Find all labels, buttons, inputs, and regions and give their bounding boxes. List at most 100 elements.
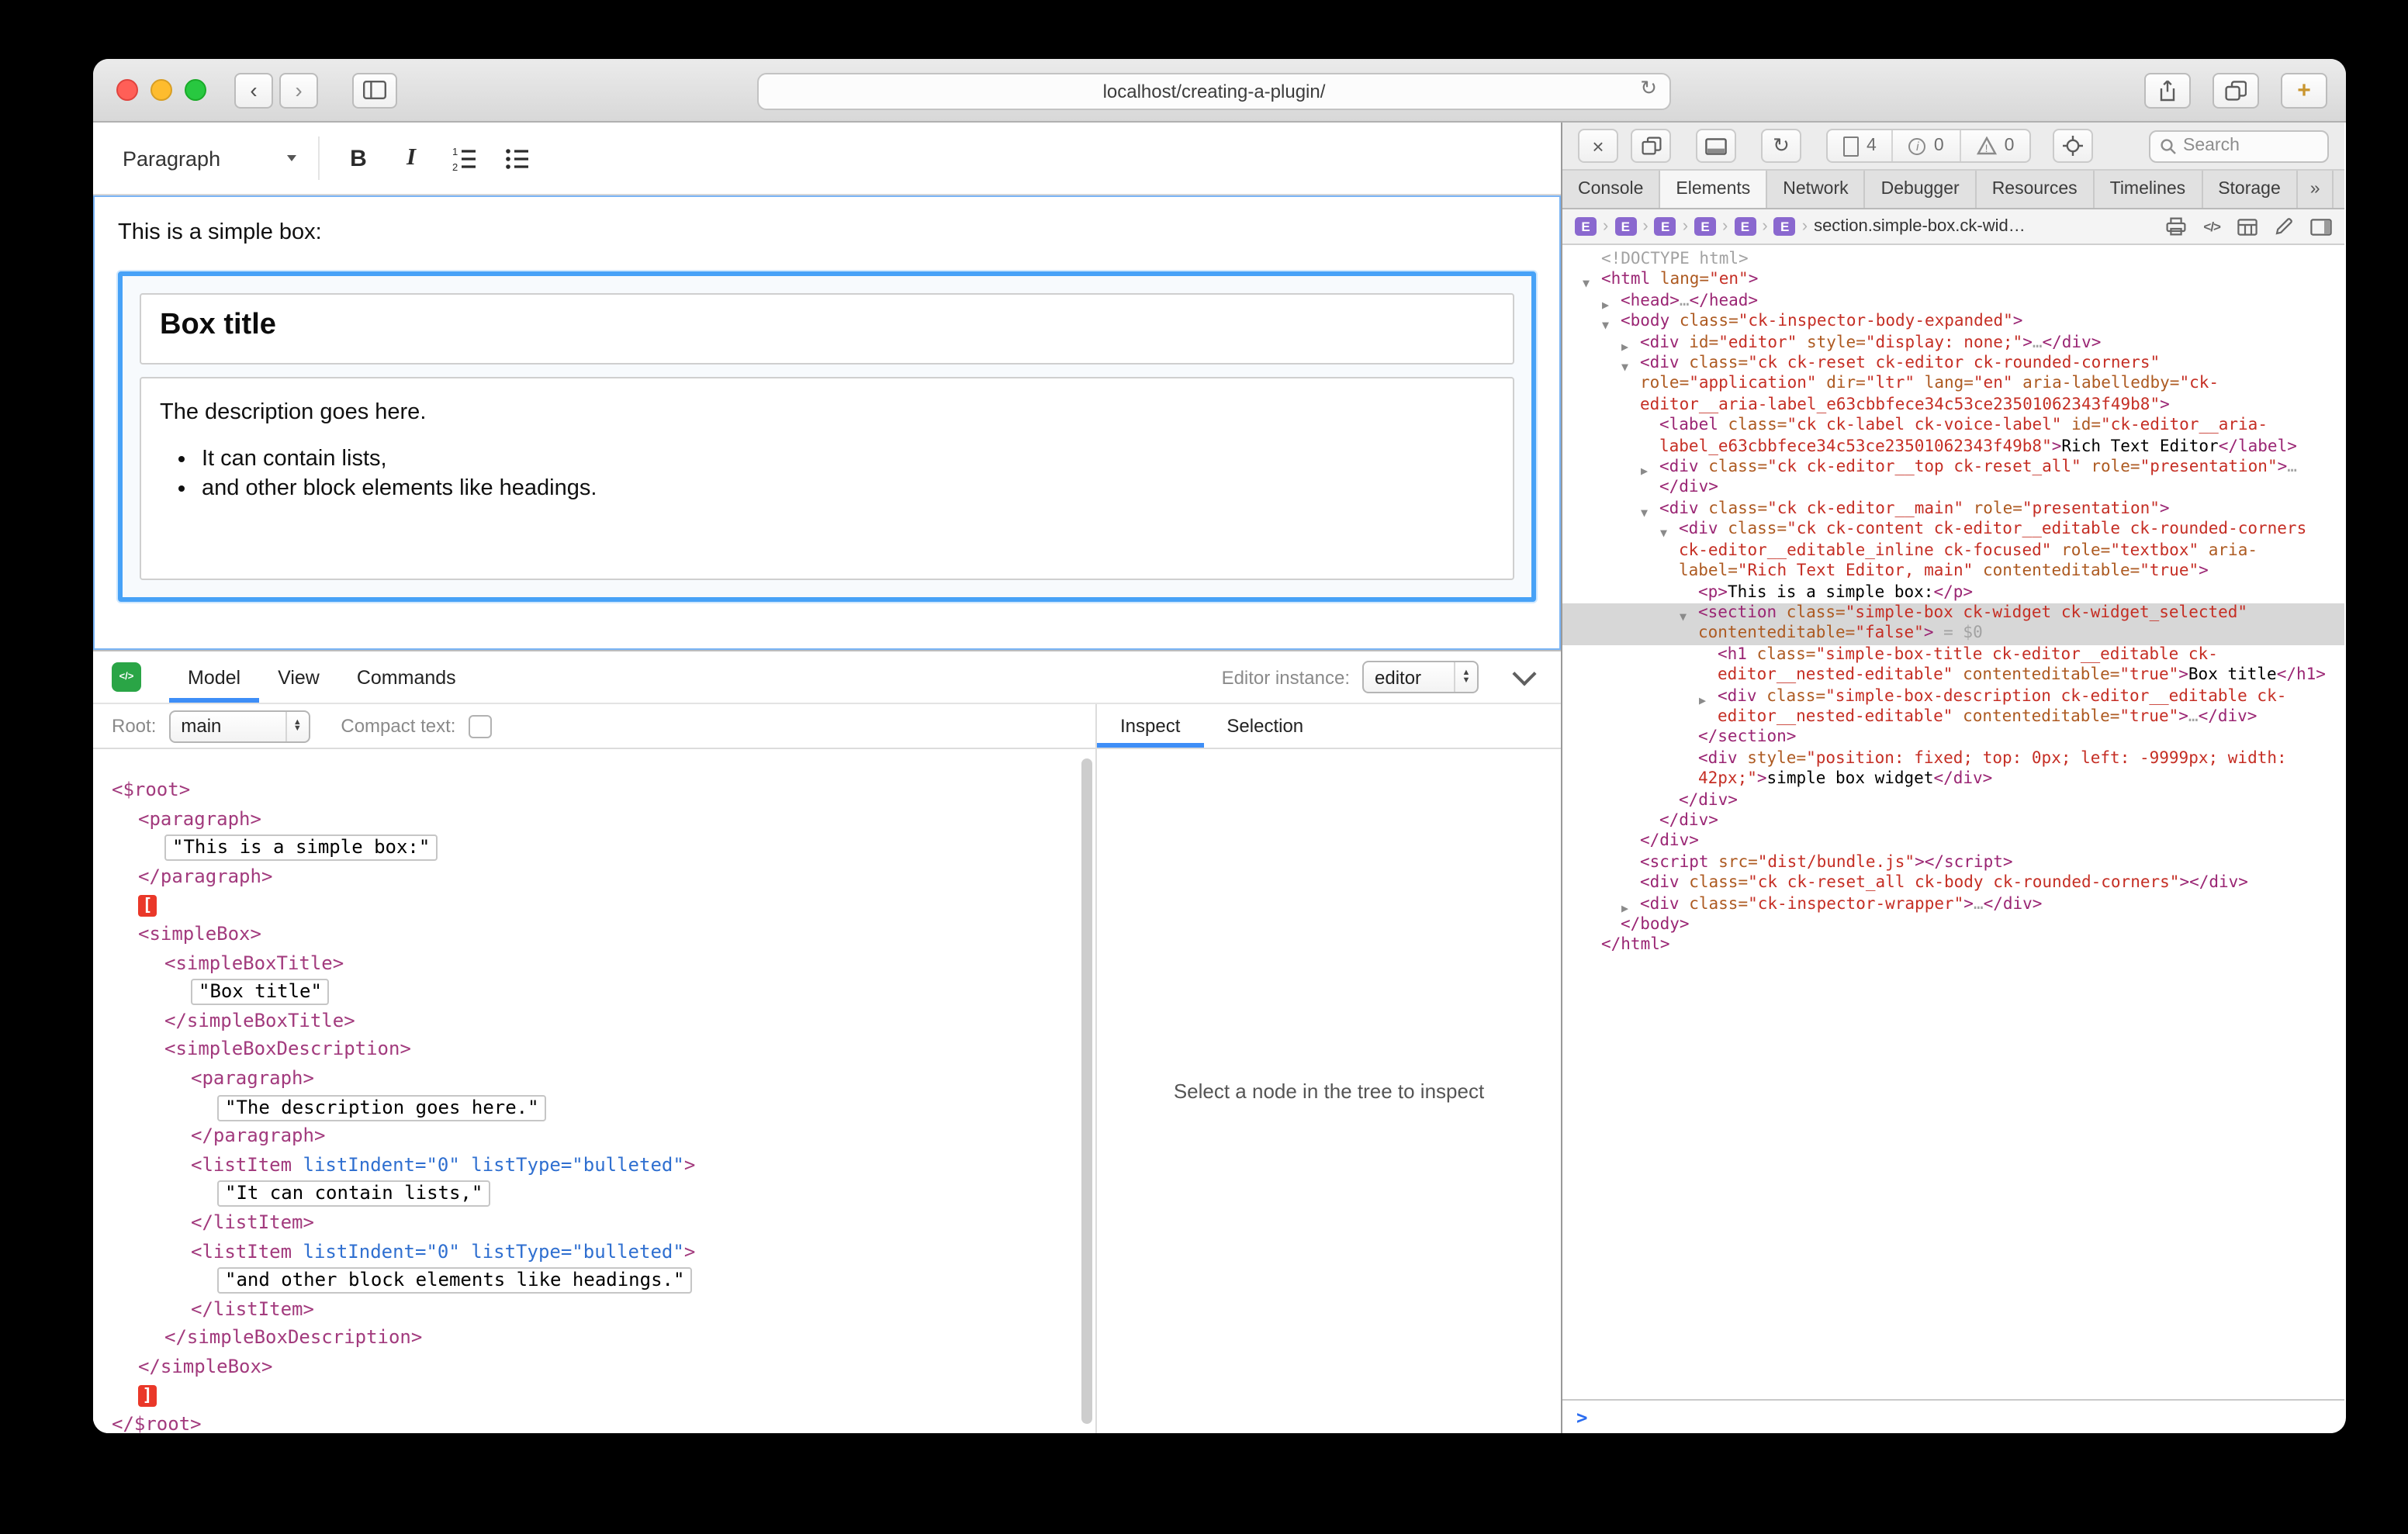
model-element-node[interactable]: </listItem> xyxy=(93,1294,1095,1323)
inspector-tab-view[interactable]: View xyxy=(259,651,338,703)
intro-paragraph[interactable]: This is a simple box: xyxy=(118,220,1536,245)
disclosure-open-icon[interactable]: ▼ xyxy=(1621,357,1628,378)
dom-node[interactable]: ▼<body class="ck-inspector-body-expanded… xyxy=(1562,312,2344,333)
model-element-node[interactable]: <simpleBoxTitle> xyxy=(93,948,1095,977)
breadcrumb-element-chip[interactable]: E xyxy=(1614,217,1636,236)
dom-node[interactable]: <div style="position: fixed; top: 0px; l… xyxy=(1562,749,2344,791)
model-element-node[interactable]: <paragraph> xyxy=(93,804,1095,833)
zoom-window-button[interactable] xyxy=(185,79,206,101)
dom-node[interactable]: ▼<div class="ck ck-editor__main" role="p… xyxy=(1562,499,2344,520)
breadcrumb-element-chip[interactable]: E xyxy=(1774,217,1796,236)
dom-node[interactable]: <label class="ck ck-label ck-voice-label… xyxy=(1562,416,2344,458)
warning-count-button[interactable]: ! 0 xyxy=(1960,130,2030,161)
disclosure-open-icon[interactable]: ▼ xyxy=(1660,523,1667,544)
dom-node[interactable]: </html> xyxy=(1562,936,2344,957)
model-element-node[interactable]: <listItem listIndent="0" listType="bulle… xyxy=(93,1150,1095,1179)
resource-count-button[interactable]: 4 xyxy=(1828,130,1892,161)
dom-node[interactable]: ▶<div class="simple-box-description ck-e… xyxy=(1562,686,2344,728)
widget-list-item[interactable]: It can contain lists, xyxy=(202,445,1494,474)
quick-console[interactable]: > xyxy=(1562,1399,2344,1433)
print-icon[interactable] xyxy=(2166,217,2186,236)
share-button[interactable] xyxy=(2144,73,2191,109)
reload-icon[interactable]: ↻ xyxy=(1640,76,1657,101)
model-text-node[interactable]: "This is a simple box:" xyxy=(93,833,1095,862)
model-text-node[interactable]: "The description goes here." xyxy=(93,1093,1095,1121)
dom-node[interactable]: ▼<html lang="en"> xyxy=(1562,271,2344,292)
url-field[interactable]: localhost/creating-a-plugin/ ↻ xyxy=(757,73,1671,110)
inspector-tab-commands[interactable]: Commands xyxy=(338,651,475,703)
layout-grid-icon[interactable] xyxy=(2237,218,2258,235)
dom-node[interactable]: ▼<div class="ck ck-reset ck-editor ck-ro… xyxy=(1562,354,2344,416)
minimize-window-button[interactable] xyxy=(150,79,172,101)
model-element-node[interactable]: </simpleBox> xyxy=(93,1353,1095,1381)
model-element-node[interactable]: <simpleBoxDescription> xyxy=(93,1035,1095,1064)
compact-text-checkbox[interactable] xyxy=(468,714,491,738)
sidebar-toggle-button[interactable] xyxy=(352,72,397,108)
dom-node[interactable]: ▶<div id="editor" style="display: none;"… xyxy=(1562,333,2344,354)
model-element-node[interactable]: <simpleBox> xyxy=(93,920,1095,948)
model-element-node[interactable]: </listItem> xyxy=(93,1208,1095,1237)
scrollbar-thumb[interactable] xyxy=(1081,758,1092,1424)
inspector-side-tab-inspect[interactable]: Inspect xyxy=(1097,704,1203,748)
collapse-inspector-button[interactable] xyxy=(1512,662,1536,686)
editor-instance-select[interactable]: editor ▲ ▼ xyxy=(1362,661,1479,693)
dom-node[interactable]: ▶<head>…</head> xyxy=(1562,292,2344,313)
model-element-node[interactable]: <listItem listIndent="0" listType="bulle… xyxy=(93,1237,1095,1266)
reload-page-button[interactable]: ↻ xyxy=(1761,129,1801,163)
disclosure-closed-icon[interactable]: ▶ xyxy=(1641,461,1648,482)
model-element-node[interactable]: </paragraph> xyxy=(93,862,1095,891)
breadcrumb-element-chip[interactable]: E xyxy=(1694,217,1716,236)
close-devtools-button[interactable]: × xyxy=(1578,129,1618,163)
simple-box-title[interactable]: Box title xyxy=(140,293,1514,364)
devtools-tab-elements[interactable]: Elements xyxy=(1660,171,1767,208)
details-sidebar-toggle-icon[interactable] xyxy=(2310,218,2332,235)
model-selection-marker[interactable]: ] xyxy=(93,1381,1095,1410)
inspector-side-tab-selection[interactable]: Selection xyxy=(1203,704,1327,748)
bulleted-list-button[interactable] xyxy=(490,133,543,183)
numbered-list-button[interactable]: 12 xyxy=(438,133,490,183)
simple-box-widget[interactable]: Box title The description goes here. It … xyxy=(118,271,1536,602)
bold-button[interactable]: B xyxy=(332,133,385,183)
dom-node[interactable]: ▶<div class="ck ck-editor__top ck-reset_… xyxy=(1562,458,2344,499)
devtools-search-field[interactable]: Search xyxy=(2149,130,2329,162)
pencil-icon[interactable] xyxy=(2275,217,2293,236)
dom-node[interactable]: <script src="dist/bundle.js"></script> xyxy=(1562,853,2344,874)
disclosure-open-icon[interactable]: ▼ xyxy=(1680,606,1687,627)
close-window-button[interactable] xyxy=(116,79,138,101)
widget-list-item[interactable]: and other block elements like headings. xyxy=(202,474,1494,503)
devtools-tab-storage[interactable]: Storage xyxy=(2202,171,2298,208)
dom-node[interactable]: </div> xyxy=(1562,811,2344,832)
model-text-node[interactable]: "It can contain lists," xyxy=(93,1180,1095,1208)
add-tab-button[interactable]: + xyxy=(2334,171,2346,208)
devtools-tab-console[interactable]: Console xyxy=(1562,171,1660,208)
dock-side-button[interactable] xyxy=(1696,129,1736,163)
model-text-node[interactable]: "and other block elements like headings.… xyxy=(93,1266,1095,1294)
dom-node[interactable]: </div> xyxy=(1562,832,2344,853)
inspector-tab-model[interactable]: Model xyxy=(169,651,259,703)
element-picker-button[interactable] xyxy=(2053,129,2093,163)
model-element-node[interactable]: <$root> xyxy=(93,776,1095,804)
breadcrumb-current-node[interactable]: section.simple-box.ck-wid… xyxy=(1814,217,2026,236)
simple-box-description[interactable]: The description goes here. It can contai… xyxy=(140,377,1514,580)
model-selection-marker[interactable]: [ xyxy=(93,891,1095,920)
dom-node[interactable]: ▼<div class="ck ck-content ck-editor__ed… xyxy=(1562,520,2344,582)
model-text-node[interactable]: "Box title" xyxy=(93,977,1095,1006)
heading-dropdown[interactable]: Paragraph xyxy=(116,133,306,183)
model-element-node[interactable]: </simpleBoxDescription> xyxy=(93,1324,1095,1353)
italic-button[interactable]: I xyxy=(385,133,438,183)
model-element-node[interactable]: </$root> xyxy=(93,1410,1095,1433)
devtools-tab-debugger[interactable]: Debugger xyxy=(1866,171,1977,208)
back-button[interactable]: ‹ xyxy=(234,72,273,108)
error-count-button[interactable]: i 0 xyxy=(1892,130,1960,161)
model-element-node[interactable]: <paragraph> xyxy=(93,1064,1095,1093)
dom-node[interactable]: <!DOCTYPE html> xyxy=(1562,250,2344,271)
model-element-node[interactable]: </simpleBoxTitle> xyxy=(93,1007,1095,1035)
dom-node[interactable]: </section> xyxy=(1562,728,2344,749)
devtools-tab-timelines[interactable]: Timelines xyxy=(2095,171,2203,208)
root-select[interactable]: main ▲ ▼ xyxy=(168,710,310,742)
dom-node[interactable]: <div class="ck ck-reset_all ck-body ck-r… xyxy=(1562,873,2344,894)
breadcrumb-element-chip[interactable]: E xyxy=(1575,217,1597,236)
breadcrumb-element-chip[interactable]: E xyxy=(1734,217,1756,236)
devtools-tab-resources[interactable]: Resources xyxy=(1977,171,2095,208)
dom-node[interactable]: <h1 class="simple-box-title ck-editor__e… xyxy=(1562,644,2344,686)
